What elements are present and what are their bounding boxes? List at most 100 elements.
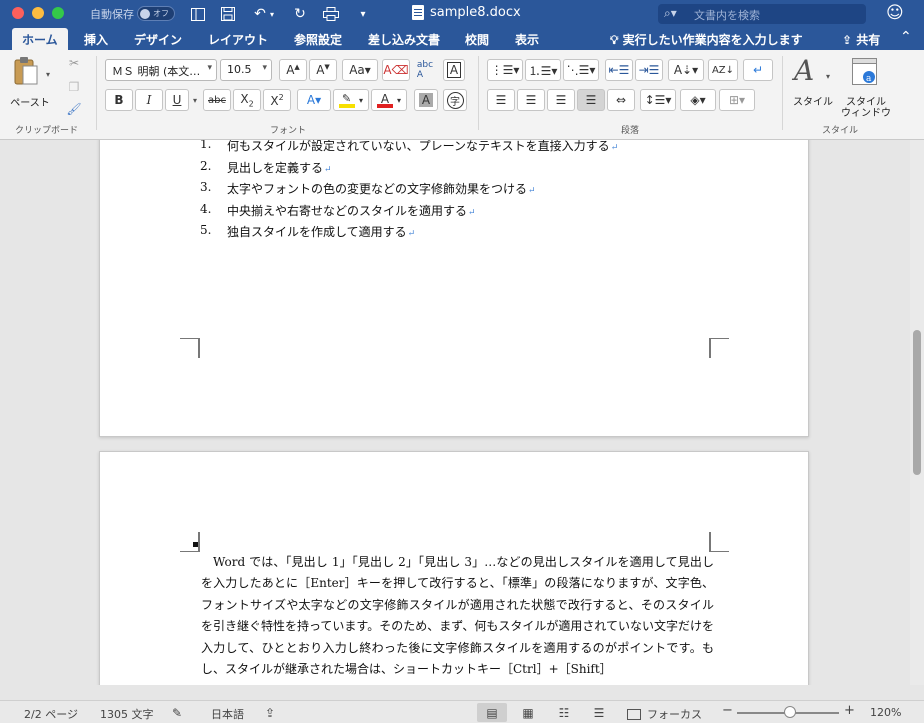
collapse-ribbon-icon[interactable]: ⌃ (900, 29, 912, 45)
proofing-icon[interactable]: ✎︎ (172, 706, 182, 720)
underline-button[interactable]: U (165, 89, 189, 111)
bullets-button[interactable]: ⋮☰▾ (487, 59, 523, 81)
chevron-down-icon: ▾ (396, 95, 401, 105)
decrease-indent-button[interactable]: ⇤☰ (605, 59, 633, 81)
focus-mode-button[interactable]: フォーカス (627, 706, 702, 722)
page-count[interactable]: 2/2 ページ (24, 706, 78, 722)
print-icon[interactable] (320, 4, 342, 24)
scissors-icon[interactable]: ✂ (64, 54, 84, 72)
chevron-down-icon: ▾ (358, 95, 363, 105)
align-center-button[interactable]: ☰ (517, 89, 545, 111)
paragraph-mark-icon: ↵ (752, 63, 764, 77)
tell-me-input[interactable]: 💡︎ 実行したい作業内容を入力します (610, 31, 803, 48)
subscript-button[interactable]: X2 (233, 89, 261, 111)
brush-icon[interactable]: 🖌︎ (64, 100, 84, 118)
window-close-button[interactable] (12, 7, 24, 19)
text-effects-button[interactable]: A▾ (297, 89, 331, 111)
show-formatting-marks-button[interactable]: ↵ (743, 59, 773, 81)
sort-button[interactable]: AZ↓ (708, 59, 738, 81)
superscript-button[interactable]: X2 (263, 89, 291, 111)
line-spacing-button[interactable]: ↕☰▾ (640, 89, 676, 111)
vertical-scrollbar[interactable] (910, 140, 924, 685)
clear-formatting-button[interactable]: A⌫ (382, 59, 410, 81)
document-search-input[interactable]: ⌕▾ 文書内を検索 (658, 4, 866, 24)
tab-design[interactable]: デザイン (134, 31, 182, 48)
borders-button[interactable]: ⊞▾ (719, 89, 755, 111)
strikethrough-button[interactable]: abc (203, 89, 231, 111)
tell-me-text: 実行したい作業内容を入力します (622, 33, 803, 47)
tab-view[interactable]: 表示 (515, 31, 539, 48)
crop-mark (180, 338, 200, 358)
tab-insert[interactable]: 挿入 (84, 31, 108, 48)
draft-icon: ☰ (593, 705, 605, 720)
clipboard-group-label: クリップボード (15, 126, 79, 136)
shading-button[interactable]: ◈▾ (680, 89, 716, 111)
track-changes-icon[interactable]: ⇪ (265, 706, 275, 720)
sidebar-toggle-icon[interactable] (187, 4, 209, 24)
numbering-button[interactable]: ⒈☰▾ (525, 59, 561, 81)
paste-button[interactable]: ▾ ペースト (8, 56, 52, 114)
phonetic-guide-button[interactable]: abc A (412, 59, 438, 81)
justify-button[interactable]: ☰ (577, 89, 605, 111)
document-area[interactable]: 1. 何もスタイルが設定されていない、プレーンなテキストを直接入力する↵ 2. 見出… (0, 140, 910, 685)
enclose-characters-button[interactable]: 字 (443, 89, 467, 111)
zoom-slider-knob[interactable] (784, 706, 796, 718)
multilevel-list-button[interactable]: ⋱☰▾ (563, 59, 599, 81)
highlight-color-button[interactable]: ✎ ▾ (333, 89, 369, 111)
window-minimize-button[interactable] (32, 7, 44, 19)
outline-view-button[interactable]: ☷ (549, 703, 579, 722)
bold-button[interactable]: B (105, 89, 133, 111)
paste-dropdown-icon[interactable]: ▾ (46, 70, 50, 79)
font-color-button[interactable]: A ▾ (371, 89, 407, 111)
grow-font-button[interactable]: A▲ (279, 59, 307, 81)
styles-pane-button[interactable]: a スタイル ウィンドウ (838, 54, 894, 119)
underline-dropdown-icon[interactable]: ▾ (193, 96, 197, 105)
zoom-out-button[interactable]: − (722, 703, 733, 718)
customize-toolbar-icon[interactable]: ▾ (352, 4, 374, 24)
italic-button[interactable]: I (135, 89, 163, 111)
web-layout-view-button[interactable]: ▦ (513, 703, 543, 722)
crop-mark (180, 338, 200, 339)
align-right-button[interactable]: ☰ (547, 89, 575, 111)
styles-gallery-button[interactable]: A ▾ スタイル (790, 54, 836, 114)
font-size-select[interactable]: 10.5 ▾ (220, 59, 272, 81)
increase-indent-button[interactable]: ⇥☰ (635, 59, 663, 81)
tab-review[interactable]: 校閲 (465, 31, 489, 48)
document-page-1[interactable]: 1. 何もスタイルが設定されていない、プレーンなテキストを直接入力する↵ 2. 見出… (99, 140, 809, 437)
shrink-font-button[interactable]: A▼ (309, 59, 337, 81)
language[interactable]: 日本語 (211, 706, 244, 722)
zoom-level[interactable]: 120% (870, 706, 901, 719)
bullet-marker (193, 542, 198, 547)
tab-mailings[interactable]: 差し込み文書 (368, 31, 440, 48)
print-layout-view-button[interactable]: ▤ (477, 703, 507, 722)
font-group-label: フォント (270, 126, 307, 136)
list-text: 独自スタイルを作成して適用する↵ (227, 225, 416, 239)
copy-icon[interactable]: ❐ (64, 78, 84, 96)
word-count[interactable]: 1305 文字 (100, 706, 154, 722)
undo-dropdown-icon[interactable]: ▾ (266, 4, 278, 24)
save-icon[interactable] (217, 4, 239, 24)
change-case-button[interactable]: Aa▾ (342, 59, 378, 81)
font-name-value: ＭＳ 明朝 (本文… (112, 65, 201, 78)
window-maximize-button[interactable] (52, 7, 64, 19)
strikethrough-icon: abc (208, 94, 226, 106)
zoom-in-button[interactable]: + (844, 703, 855, 718)
document-page-2[interactable]: Word では、「見出し 1」「見出し 2」「見出し 3」…などの見出しスタイル… (99, 451, 809, 685)
text-direction-button[interactable]: A⇣▾ (668, 59, 704, 81)
font-name-select[interactable]: ＭＳ 明朝 (本文… ▾ (105, 59, 217, 81)
tab-references[interactable]: 参照設定 (294, 31, 342, 48)
align-left-button[interactable]: ☰ (487, 89, 515, 111)
tab-layout[interactable]: レイアウト (208, 31, 268, 48)
align-center-icon: ☰ (525, 93, 537, 107)
autosave-toggle[interactable]: オフ (137, 6, 175, 21)
character-border-button[interactable]: A (443, 59, 465, 81)
draft-view-button[interactable]: ☰ (584, 703, 614, 722)
paragraph-mark-icon: ↵ (610, 143, 619, 153)
tab-home[interactable]: ホーム (12, 28, 68, 50)
smiley-icon[interactable]: ☺ (886, 3, 904, 23)
distributed-button[interactable]: ⇔ (607, 89, 635, 111)
redo-icon[interactable]: ↻ (289, 4, 311, 24)
scrollbar-thumb[interactable] (913, 330, 921, 475)
share-button[interactable]: ⇪ 共有 (842, 31, 880, 48)
character-shading-button[interactable]: A (414, 89, 438, 111)
